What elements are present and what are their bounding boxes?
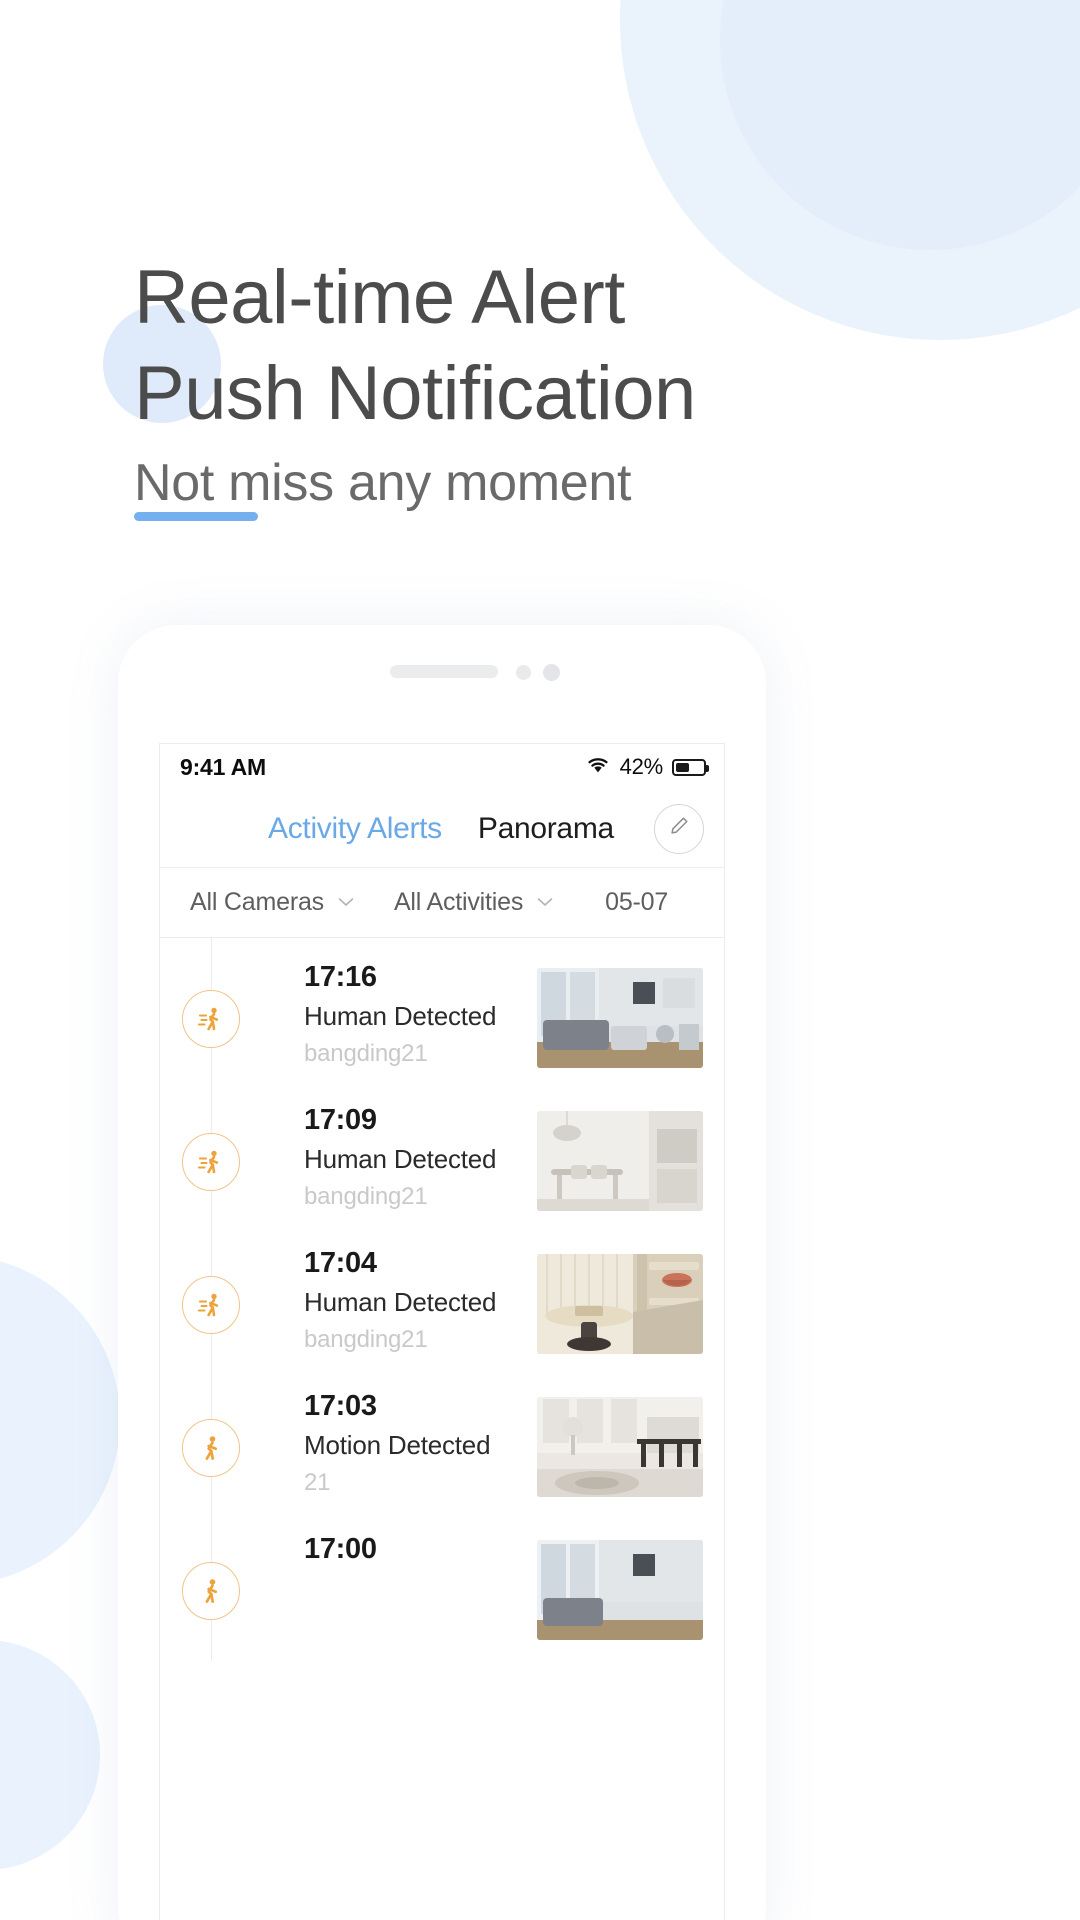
list-item-time: 17:09 — [304, 1104, 377, 1136]
edit-button[interactable] — [654, 803, 704, 854]
motion-detected-icon — [182, 1419, 240, 1477]
chevron-down-icon — [537, 894, 553, 912]
headline-line-2: Push Notification — [134, 351, 696, 436]
status-time: 9:41 AM — [180, 753, 266, 780]
pencil-icon — [667, 814, 691, 843]
promo-page: Real-time Alert Push Notification Not mi… — [0, 0, 1080, 1920]
filter-all-cameras[interactable]: All Cameras — [190, 888, 354, 917]
tab-activity-alerts[interactable]: Activity Alerts — [268, 812, 442, 846]
status-bar: 9:41 AM 42% — [160, 744, 724, 790]
wifi-icon — [585, 755, 611, 779]
hero-headline: Real-time Alert Push Notification — [134, 250, 994, 442]
list-item-thumbnail[interactable] — [537, 1254, 703, 1354]
phone-camera-icon — [543, 664, 560, 681]
human-detected-icon — [182, 990, 240, 1048]
filter-all-activities-label: All Activities — [393, 888, 524, 916]
list-item-thumbnail[interactable] — [537, 968, 703, 1068]
hero-accent-underline — [134, 512, 258, 521]
list-item-text: 17:00 — [304, 1518, 377, 1568]
filter-date[interactable]: 05-07 — [605, 888, 724, 917]
human-detected-icon — [182, 1276, 240, 1334]
background-blob-bottom-left — [0, 1255, 120, 1585]
list-item[interactable]: 17:03 Motion Detected 21 — [160, 1375, 724, 1518]
tab-bar: Activity Alerts Panorama — [160, 790, 724, 868]
list-item[interactable]: 17:09 Human Detected bangding21 — [160, 1089, 724, 1232]
list-item-type: Human Detected — [304, 1144, 497, 1174]
list-item-time: 17:16 — [304, 961, 377, 993]
list-item[interactable]: 17:00 — [160, 1518, 724, 1661]
activity-list: 17:16 Human Detected bangding21 17:09 Hu… — [160, 938, 724, 1661]
list-item-type: Motion Detected — [304, 1430, 491, 1460]
background-blob-bottom-left-2 — [0, 1640, 100, 1870]
list-item-text: 17:03 Motion Detected 21 — [304, 1375, 491, 1501]
headline-line-1: Real-time Alert — [134, 255, 625, 340]
status-indicators: 42% — [585, 754, 709, 780]
list-item-thumbnail[interactable] — [537, 1540, 703, 1640]
phone-mockup: 9:41 AM 42% Activity Alerts Panorama All… — [118, 625, 766, 1920]
list-item-type: Human Detected — [304, 1287, 497, 1317]
list-item-time: 17:00 — [304, 1533, 377, 1565]
list-item-text: 17:04 Human Detected bangding21 — [304, 1232, 497, 1358]
chevron-down-icon — [338, 894, 354, 912]
motion-detected-icon — [182, 1562, 240, 1620]
list-item-camera: 21 — [304, 1469, 331, 1496]
list-item-time: 17:04 — [304, 1247, 377, 1279]
human-detected-icon — [182, 1133, 240, 1191]
list-item-type: Human Detected — [304, 1001, 497, 1031]
tab-panorama[interactable]: Panorama — [478, 812, 614, 846]
phone-screen: 9:41 AM 42% Activity Alerts Panorama All… — [159, 743, 725, 1920]
list-item-time: 17:03 — [304, 1390, 377, 1422]
list-item[interactable]: 17:04 Human Detected bangding21 — [160, 1232, 724, 1375]
phone-sensor-icon — [516, 665, 531, 680]
list-item-text: 17:09 Human Detected bangding21 — [304, 1089, 497, 1215]
list-item-thumbnail[interactable] — [537, 1111, 703, 1211]
filter-date-label: 05-07 — [605, 888, 669, 916]
list-item-camera: bangding21 — [304, 1040, 428, 1067]
list-item[interactable]: 17:16 Human Detected bangding21 — [160, 946, 724, 1089]
battery-percent-label: 42% — [619, 754, 664, 779]
list-item-camera: bangding21 — [304, 1326, 428, 1353]
filter-bar: All Cameras All Activities 05-07 — [160, 868, 724, 938]
hero-subtitle: Not miss any moment — [134, 454, 632, 512]
phone-speaker — [390, 665, 498, 678]
list-item-text: 17:16 Human Detected bangding21 — [304, 946, 497, 1072]
list-item-camera: bangding21 — [304, 1183, 428, 1210]
filter-all-activities[interactable]: All Activities — [394, 888, 553, 917]
battery-icon — [672, 758, 709, 776]
filter-all-cameras-label: All Cameras — [190, 888, 324, 916]
list-item-thumbnail[interactable] — [537, 1397, 703, 1497]
